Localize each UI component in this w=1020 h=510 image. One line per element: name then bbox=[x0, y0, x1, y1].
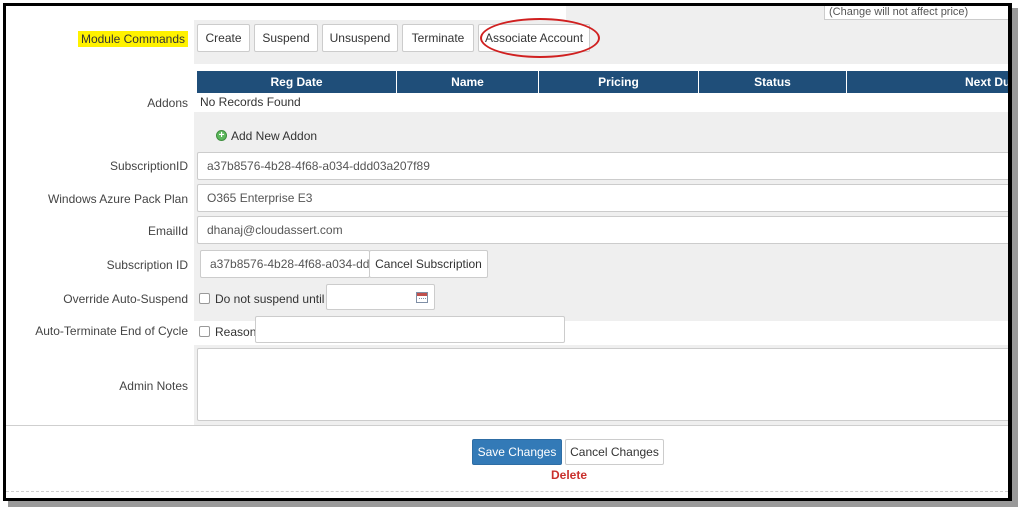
no-records-text: No Records Found bbox=[200, 95, 301, 109]
do-not-suspend-label: Do not suspend until bbox=[215, 292, 325, 306]
price-change-note: (Change will not affect price) bbox=[824, 6, 1008, 20]
column-header-name[interactable]: Name bbox=[397, 71, 539, 93]
column-header-next-due-label: Next Du bbox=[965, 75, 1011, 89]
do-not-suspend-checkbox[interactable] bbox=[199, 293, 210, 304]
reason-input[interactable] bbox=[255, 316, 565, 343]
suspend-button[interactable]: Suspend bbox=[254, 24, 318, 52]
plan-label: Windows Azure Pack Plan bbox=[47, 192, 188, 206]
module-commands-highlight: Module Commands bbox=[77, 31, 188, 47]
frame-shadow-right bbox=[1012, 8, 1018, 504]
admin-notes-textarea[interactable] bbox=[197, 348, 1008, 421]
column-header-reg-date[interactable]: Reg Date bbox=[197, 71, 397, 93]
bottom-divider bbox=[6, 491, 1008, 492]
module-commands-label: Module Commands bbox=[77, 31, 188, 47]
auto-terminate-label: Auto-Terminate End of Cycle bbox=[35, 324, 188, 338]
plus-circle-icon: + bbox=[216, 130, 227, 141]
subscription-id2-input[interactable]: a37b8576-4b28-4f68-a034-dd bbox=[200, 250, 370, 278]
addons-label: Addons bbox=[147, 96, 188, 110]
screenshot-frame: (Change will not affect price) Module Co… bbox=[3, 3, 1012, 501]
create-button[interactable]: Create bbox=[197, 24, 250, 52]
email-label: EmailId bbox=[147, 224, 188, 238]
cancel-subscription-button[interactable]: Cancel Subscription bbox=[369, 250, 488, 278]
cancel-changes-button[interactable]: Cancel Changes bbox=[565, 439, 664, 465]
subscription-id2-label: Subscription ID bbox=[106, 258, 188, 272]
auto-terminate-checkbox[interactable] bbox=[199, 326, 210, 337]
column-header-pricing[interactable]: Pricing bbox=[539, 71, 699, 93]
email-input[interactable]: dhanaj@cloudassert.com bbox=[197, 216, 1008, 244]
annotation-circle bbox=[480, 18, 600, 58]
terminate-button[interactable]: Terminate bbox=[402, 24, 474, 52]
override-label: Override Auto-Suspend bbox=[63, 292, 188, 306]
form-divider bbox=[6, 425, 1008, 426]
save-changes-button[interactable]: Save Changes bbox=[472, 439, 562, 465]
admin-notes-label: Admin Notes bbox=[119, 379, 188, 393]
add-new-addon-label: Add New Addon bbox=[231, 129, 318, 143]
subscription-id-input[interactable]: a37b8576-4b28-4f68-a034-ddd03a207f89 bbox=[197, 152, 1008, 180]
column-header-next-due[interactable]: Next Du bbox=[847, 71, 1011, 93]
calendar-icon[interactable] bbox=[416, 292, 428, 303]
column-header-status[interactable]: Status bbox=[699, 71, 847, 93]
frame-shadow-bottom bbox=[8, 501, 1018, 507]
plan-input[interactable]: O365 Enterprise E3 bbox=[197, 184, 1008, 212]
reason-label: Reason bbox=[215, 325, 257, 339]
delete-link[interactable]: Delete bbox=[551, 468, 587, 482]
subscription-id-label: SubscriptionID bbox=[109, 159, 188, 173]
unsuspend-button[interactable]: Unsuspend bbox=[322, 24, 398, 52]
